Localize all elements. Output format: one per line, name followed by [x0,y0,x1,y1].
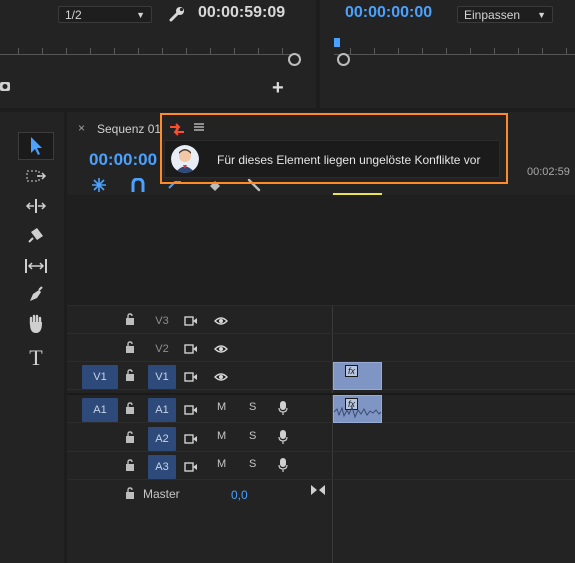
lock-icon[interactable] [125,459,135,471]
lock-icon[interactable] [125,341,135,353]
eye-icon[interactable] [214,315,228,325]
solo-button[interactable]: S [249,401,256,413]
source-ruler [0,42,300,55]
microphone-icon[interactable] [278,401,288,415]
track-row-a3: A3 M S [67,452,575,480]
close-tab-icon[interactable]: × [78,121,85,135]
type-tool-icon[interactable]: T [18,344,54,372]
tools-panel: T [0,112,64,563]
sync-lock-icon[interactable] [184,433,198,444]
sync-lock-icon[interactable] [184,343,198,354]
fit-dropdown[interactable]: Einpassen ▼ [457,6,553,23]
track-row-master: Master 0,0 [67,480,575,507]
timeline-empty-area [67,195,575,305]
sequence-timecode[interactable]: 00:00:00 [89,150,157,170]
track-row-a1: A1 A1 M S fx [67,393,575,423]
mute-button[interactable]: M [217,401,226,413]
sequence-tab-label[interactable]: Sequenz 01 [97,122,161,136]
source-monitor-panel: 1/2 ▼ 00:00:59:09 + [0,0,316,108]
solo-button[interactable]: S [249,458,256,470]
sync-lock-icon[interactable] [184,404,198,415]
slip-tool-icon[interactable] [18,254,54,282]
program-playhead-handle[interactable] [337,53,350,66]
ruler-time-label: 00:02:59 [527,166,570,178]
track-select-tool-icon[interactable] [18,164,54,192]
source-patch-v1[interactable]: V1 [82,365,118,389]
track-label[interactable]: V1 [148,365,176,389]
selection-tool-icon[interactable] [18,132,54,160]
program-timecode: 00:00:00:00 [345,4,433,21]
master-label: Master [143,487,180,501]
mute-button[interactable]: M [217,430,226,442]
source-playhead-handle[interactable] [288,53,301,66]
hand-tool-icon[interactable] [18,314,54,342]
magnet-icon[interactable] [130,177,146,192]
microphone-icon[interactable] [278,430,288,444]
lock-icon[interactable] [125,313,135,325]
track-row-v3: V3 [67,305,575,334]
lock-icon[interactable] [125,487,135,499]
solo-button[interactable]: S [249,430,256,442]
master-volume-value[interactable]: 0,0 [231,488,248,502]
chevron-down-icon: ▼ [537,10,546,20]
fx-badge: fx [345,365,359,377]
track-row-a2: A2 M S [67,424,575,452]
resolution-value: 1/2 [65,8,82,22]
resolution-dropdown[interactable]: 1/2 ▼ [58,6,152,23]
wrench-icon[interactable] [167,5,187,23]
eye-icon[interactable] [214,343,228,353]
source-patch-a1[interactable]: A1 [82,398,118,422]
highlight-box [160,113,508,184]
mute-button[interactable]: M [217,458,226,470]
jump-to-edit-icon[interactable] [311,484,325,495]
track-row-v1: V1 V1 fx [67,362,575,390]
program-ruler [334,42,575,55]
sync-lock-icon[interactable] [184,315,198,326]
lock-icon[interactable] [125,431,135,443]
lock-icon[interactable] [125,369,135,381]
pen-tool-icon[interactable] [18,284,54,312]
add-button[interactable]: + [272,78,284,98]
track-label[interactable]: A2 [148,427,176,451]
snap-icon[interactable] [91,178,107,192]
camera-icon[interactable] [0,80,10,92]
track-row-v2: V2 [67,334,575,362]
video-clip[interactable]: fx [333,362,382,390]
sync-lock-icon[interactable] [184,371,198,382]
eye-icon[interactable] [214,371,228,381]
microphone-icon[interactable] [278,458,288,472]
program-monitor-panel: 00:00:00:00 Einpassen ▼ [320,0,575,108]
audio-clip[interactable]: fx [333,395,382,423]
source-timecode: 00:00:59:09 [198,4,286,21]
fit-value: Einpassen [464,8,521,22]
program-playhead-marker[interactable] [334,38,340,47]
track-label[interactable]: A1 [148,398,176,422]
track-label[interactable]: A3 [148,455,176,479]
track-label[interactable]: V2 [148,337,176,361]
sync-lock-icon[interactable] [184,461,198,472]
audio-waveform [334,405,381,419]
lock-icon[interactable] [125,402,135,414]
track-label[interactable]: V3 [148,309,176,333]
ripple-edit-tool-icon[interactable] [18,194,54,222]
razor-tool-icon[interactable] [18,224,54,252]
chevron-down-icon: ▼ [136,10,145,20]
